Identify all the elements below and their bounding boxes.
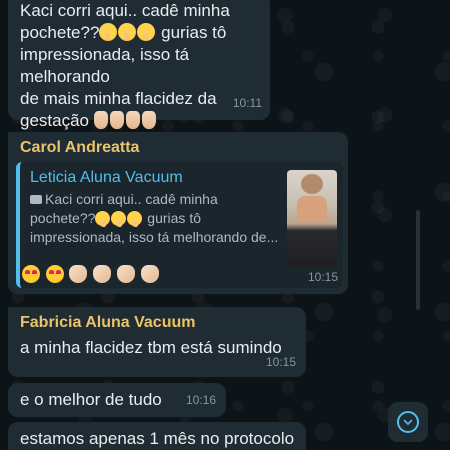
message-bubble[interactable]: estamos apenas 1 mês no protocolo bbox=[8, 422, 306, 450]
clapping-hands-icon bbox=[93, 265, 112, 283]
quoted-author: Leticia Aluna Vacuum bbox=[30, 169, 183, 186]
scrollbar[interactable] bbox=[416, 210, 420, 310]
shushing-face-icon bbox=[118, 23, 137, 41]
message-text: e o melhor de tudo bbox=[20, 390, 162, 409]
shushing-face-icon bbox=[111, 211, 127, 227]
message-bubble[interactable]: Kaci corri aqui.. cadê minha pochete?? g… bbox=[8, 0, 270, 130]
raising-hands-icon bbox=[93, 111, 108, 129]
clapping-hands-icon bbox=[116, 265, 135, 283]
quoted-text: Kaci corri aqui.. cadê minha pochete?? g… bbox=[30, 191, 279, 245]
heart-eyes-icon bbox=[45, 265, 64, 283]
message-time: 10:11 bbox=[232, 96, 262, 110]
raising-hands-icon bbox=[141, 111, 156, 129]
raising-hands-icon bbox=[109, 111, 124, 129]
raising-hands-icon bbox=[125, 111, 140, 129]
message-bubble[interactable]: e o melhor de tudo 10:16 bbox=[8, 383, 226, 417]
message-bubble[interactable]: Carol Andreatta Leticia Aluna Vacuum Kac… bbox=[8, 132, 348, 294]
reaction-emojis bbox=[22, 264, 160, 286]
message-text: estamos apenas 1 mês no protocolo bbox=[20, 429, 295, 448]
message-text: a minha flacidez tbm está sumindo bbox=[20, 338, 282, 357]
message-time: 10:15 bbox=[265, 355, 296, 369]
sender-name[interactable]: Fabricia Aluna Vacuum bbox=[20, 313, 296, 333]
clapping-hands-icon bbox=[140, 265, 159, 283]
sender-name[interactable]: Carol Andreatta bbox=[16, 138, 343, 158]
message-bubble[interactable]: Fabricia Aluna Vacuum a minha flacidez t… bbox=[8, 307, 306, 377]
message-time: 10:16 bbox=[185, 393, 216, 407]
chevron-down-icon bbox=[397, 411, 419, 433]
clapping-hands-icon bbox=[69, 265, 88, 283]
camera-icon bbox=[30, 195, 42, 204]
shushing-face-icon bbox=[127, 211, 143, 227]
message-text: Kaci corri aqui.. cadê minha pochete?? g… bbox=[20, 1, 230, 130]
shushing-face-icon bbox=[137, 23, 156, 41]
shushing-face-icon bbox=[95, 211, 111, 227]
photo-thumbnail[interactable] bbox=[287, 170, 337, 268]
message-time: 10:15 bbox=[307, 270, 338, 284]
heart-eyes-icon bbox=[22, 265, 40, 283]
scroll-to-bottom-button[interactable] bbox=[388, 402, 428, 442]
shushing-face-icon bbox=[99, 23, 118, 41]
